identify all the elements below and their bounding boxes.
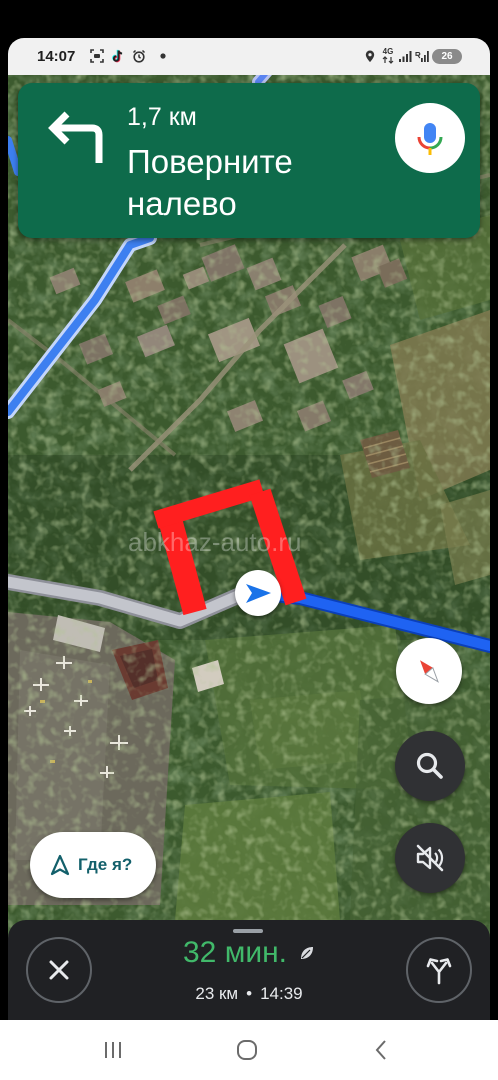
signal-icon xyxy=(399,51,412,62)
status-time: 14:07 xyxy=(37,48,76,65)
trip-duration: 32 мин. xyxy=(183,936,287,969)
navigation-arrow-icon xyxy=(246,584,271,603)
network-type-label: 4G xyxy=(382,47,394,56)
arrival-time: 14:39 xyxy=(260,984,303,1003)
sound-off-icon xyxy=(416,844,444,872)
sound-toggle-button[interactable] xyxy=(395,823,465,893)
drag-handle[interactable] xyxy=(233,929,263,933)
turn-left-icon xyxy=(48,111,103,163)
meta-separator: • xyxy=(246,984,253,1003)
navigation-outline-icon xyxy=(50,854,70,876)
trip-duration-row: 32 мин. xyxy=(108,934,390,972)
recent-apps-icon[interactable] xyxy=(101,1038,125,1062)
leaf-icon xyxy=(301,947,313,959)
notification-dot-icon xyxy=(160,53,166,59)
status-bar: 14:07 4G 26 xyxy=(8,38,490,75)
tiktok-icon xyxy=(112,49,123,63)
where-am-i-button[interactable]: Где я? xyxy=(30,832,156,898)
signal-icon xyxy=(415,51,429,62)
where-am-i-label: Где я? xyxy=(78,855,133,874)
watermark: abkhaz-auto.ru xyxy=(128,527,301,557)
close-icon xyxy=(49,960,69,980)
navigation-banner[interactable]: 1,7 км Поверните налево xyxy=(18,83,480,238)
trip-panel[interactable]: 32 мин. 23 км • 14:39 xyxy=(8,920,490,1020)
screenshot-icon xyxy=(90,49,104,63)
maneuver-instruction: Поверните налево xyxy=(127,143,293,222)
maneuver-distance: 1,7 км xyxy=(127,103,197,131)
current-location-marker xyxy=(235,570,281,616)
trip-meta-row: 23 км • 14:39 xyxy=(108,983,390,1005)
system-navigation-bar xyxy=(0,1020,498,1080)
location-icon xyxy=(365,50,375,62)
search-icon xyxy=(416,752,443,779)
voice-search-button[interactable] xyxy=(395,103,465,173)
trip-distance: 23 км xyxy=(195,984,239,1003)
compass-icon xyxy=(420,660,439,683)
battery-level: 26 xyxy=(441,51,453,62)
alarm-icon xyxy=(132,49,146,63)
search-along-route-button[interactable] xyxy=(395,731,465,801)
mic-icon xyxy=(417,123,443,155)
compass-button[interactable] xyxy=(396,638,462,704)
alternate-routes-button[interactable] xyxy=(406,937,472,1003)
home-icon[interactable] xyxy=(235,1038,259,1062)
data-arrows-icon xyxy=(382,56,394,64)
exit-navigation-button[interactable] xyxy=(26,937,92,1003)
network-type: 4G xyxy=(381,47,395,67)
alternate-routes-icon xyxy=(426,958,452,985)
battery-icon: 26 xyxy=(432,49,462,64)
back-icon[interactable] xyxy=(370,1038,394,1062)
